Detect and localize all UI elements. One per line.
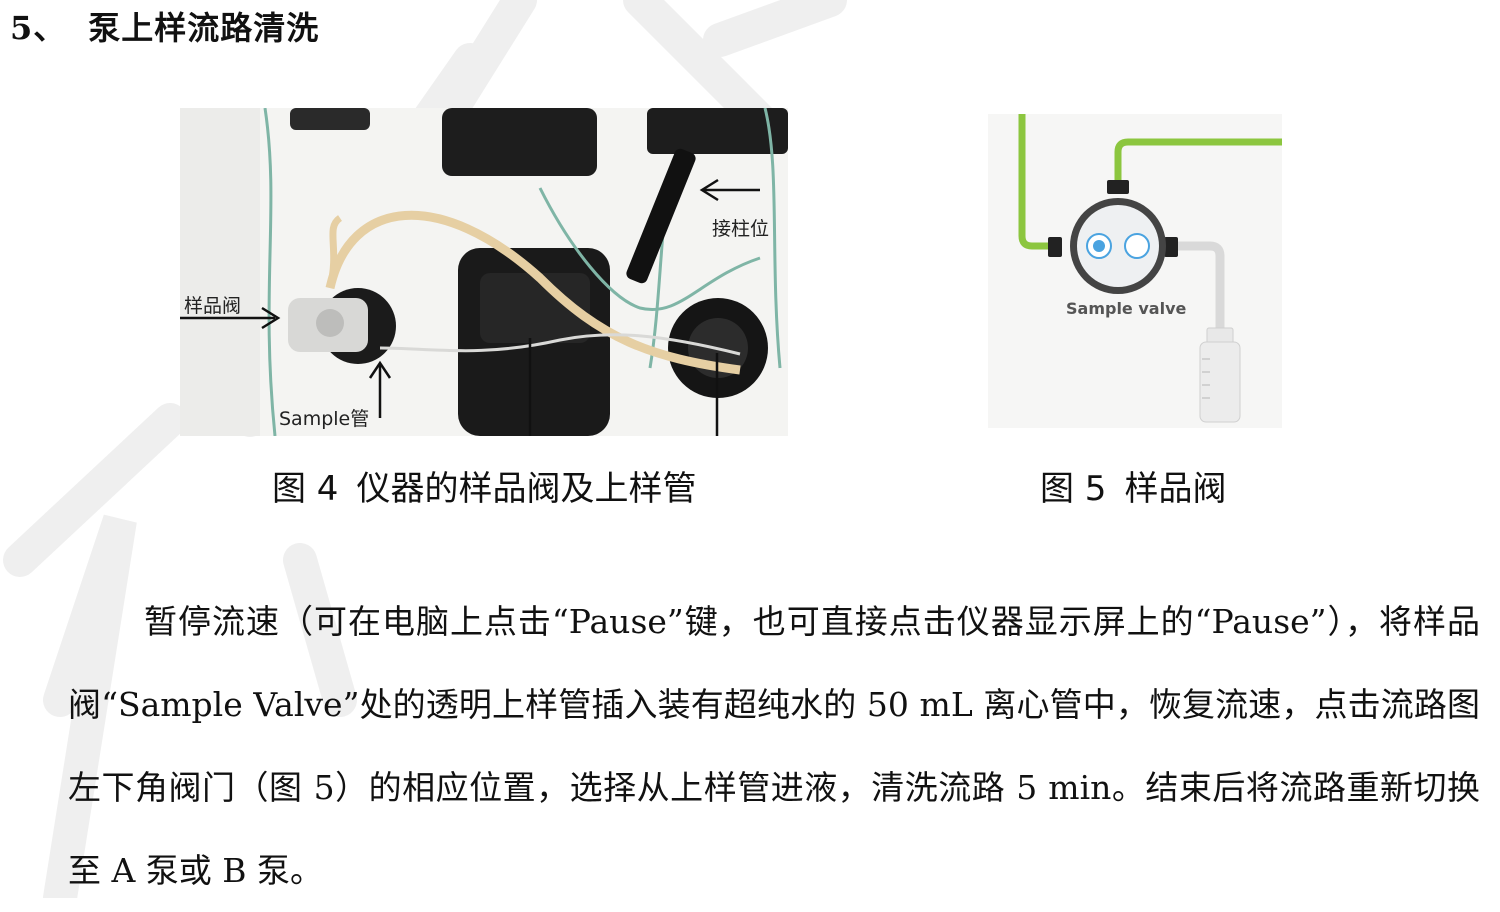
- section-title: 泵上样流路清洗: [88, 9, 320, 47]
- body-paragraph: 暂停流速（可在电脑上点击“Pause”键，也可直接点击仪器显示屏上的“Pause…: [68, 602, 1480, 890]
- figure-4-photo: [180, 108, 788, 436]
- label-sample-tube: Sample管: [279, 408, 370, 430]
- valve-icon: [1070, 198, 1166, 294]
- figure-5-caption-text: 样品阀: [1124, 469, 1227, 509]
- figure-5-number: 图 5: [1040, 469, 1107, 509]
- figure-4-caption: 图 4 仪器的样品阀及上样管: [272, 466, 696, 512]
- sample-bottle-icon: [1199, 327, 1241, 423]
- label-column-position: 接柱位: [712, 218, 770, 240]
- section-number: 5、: [10, 9, 67, 47]
- section-heading: 5、 泵上样流路清洗: [10, 8, 319, 48]
- figure-5-caption: 图 5 样品阀: [1040, 466, 1226, 512]
- valve-label: Sample valve: [1066, 299, 1187, 318]
- figure-4-number: 图 4: [272, 469, 339, 509]
- figure-5-diagram: [988, 114, 1282, 428]
- label-sample-valve: 样品阀: [184, 295, 242, 317]
- figure-4-caption-text: 仪器的样品阀及上样管: [356, 469, 697, 509]
